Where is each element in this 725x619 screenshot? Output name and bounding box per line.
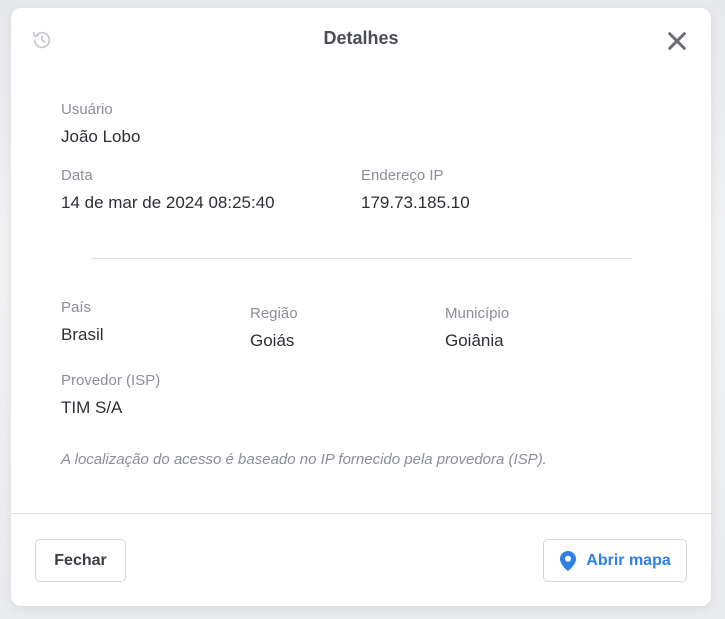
ip-label: Endereço IP xyxy=(361,167,444,184)
close-icon[interactable] xyxy=(666,30,688,52)
isp-value: TIM S/A xyxy=(61,398,123,417)
date-label: Data xyxy=(61,167,93,184)
open-map-button[interactable]: Abrir mapa xyxy=(543,539,687,582)
user-value: João Lobo xyxy=(61,127,141,146)
region-value: Goiás xyxy=(250,331,295,350)
region-label: Região xyxy=(250,305,298,322)
region-field: Região Goiás xyxy=(250,304,298,352)
footer-divider xyxy=(11,513,711,514)
date-value: 14 de mar de 2024 08:25:40 xyxy=(61,193,275,212)
ip-field: Endereço IP 179.73.185.10 xyxy=(361,166,470,214)
city-field: Município Goiânia xyxy=(445,304,509,352)
isp-field: Provedor (ISP) TIM S/A xyxy=(61,371,160,419)
close-button-label: Fechar xyxy=(54,551,107,569)
map-pin-icon xyxy=(560,550,577,571)
user-label: Usuário xyxy=(61,101,113,118)
date-field: Data 14 de mar de 2024 08:25:40 xyxy=(61,166,275,214)
city-value: Goiânia xyxy=(445,331,504,350)
section-divider xyxy=(91,258,631,259)
open-map-button-label: Abrir mapa xyxy=(586,551,671,569)
user-field: Usuário João Lobo xyxy=(61,100,140,148)
country-value: Brasil xyxy=(61,325,104,344)
modal-header: Detalhes xyxy=(11,8,711,72)
country-field: País Brasil xyxy=(61,298,104,346)
ip-value: 179.73.185.10 xyxy=(361,193,470,212)
details-modal: Detalhes Usuário João Lobo Data 14 de ma… xyxy=(11,8,711,606)
isp-label: Provedor (ISP) xyxy=(61,372,161,389)
location-note: A localização do acesso é baseado no IP … xyxy=(61,451,547,468)
close-button[interactable]: Fechar xyxy=(35,539,126,582)
country-label: País xyxy=(61,299,92,316)
city-label: Município xyxy=(445,305,510,322)
modal-title: Detalhes xyxy=(323,28,399,48)
